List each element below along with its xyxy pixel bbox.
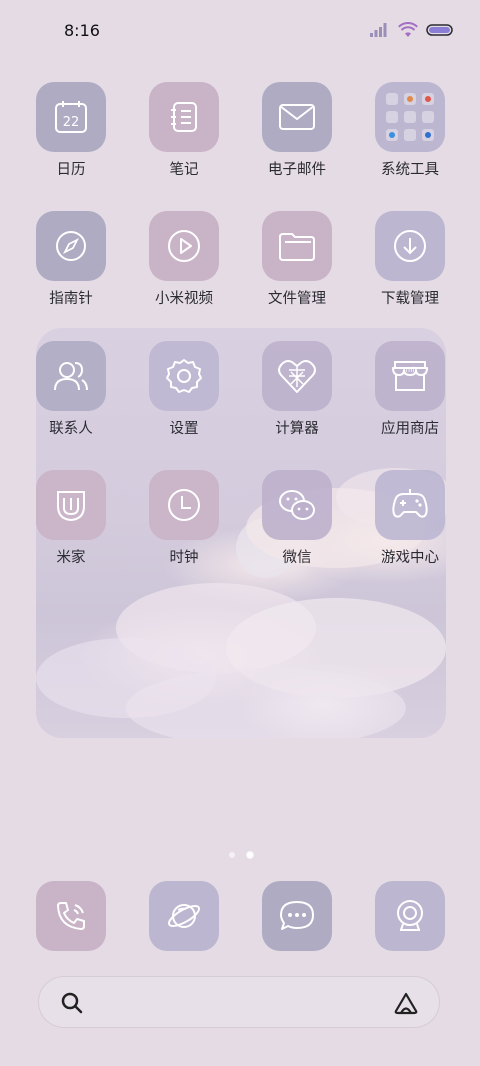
app-game-center[interactable]: 游戏中心: [355, 470, 465, 567]
app-label: 下载管理: [381, 291, 439, 307]
app-clock[interactable]: 时钟: [129, 470, 239, 567]
app-mi-home[interactable]: 米家: [16, 470, 126, 567]
app-file-manager[interactable]: 文件管理: [242, 211, 352, 308]
dock-messages[interactable]: [262, 881, 332, 951]
wifi-icon: [398, 22, 418, 37]
app-label: 文件管理: [268, 291, 326, 307]
folder-system-tools[interactable]: 系统工具: [355, 82, 465, 179]
camera-icon: [397, 900, 423, 931]
wechat-icon: [262, 470, 332, 540]
store-icon: mi: [375, 341, 445, 411]
app-calendar[interactable]: 22 日历: [16, 82, 126, 179]
dock-camera[interactable]: [375, 881, 445, 951]
app-label: 笔记: [169, 162, 199, 178]
search-bar[interactable]: [38, 976, 440, 1028]
mi-home-icon: [36, 470, 106, 540]
page-dot[interactable]: [229, 852, 235, 858]
store-logo-text: mi: [406, 366, 415, 374]
status-icons: [370, 22, 454, 38]
app-calculator[interactable]: 计算器: [242, 341, 352, 438]
app-label: 电子邮件: [268, 162, 326, 178]
notes-icon: [149, 82, 219, 152]
app-compass[interactable]: 指南针: [16, 211, 126, 308]
app-mi-video[interactable]: 小米视频: [129, 211, 239, 308]
planet-icon: [167, 904, 201, 928]
status-bar: 8:16: [0, 0, 480, 62]
calendar-day: 22: [63, 115, 80, 130]
app-label: 联系人: [49, 421, 93, 437]
app-download-manager[interactable]: 下载管理: [355, 211, 465, 308]
calendar-icon: 22: [36, 82, 106, 152]
dock-phone[interactable]: [36, 881, 106, 951]
dock-browser[interactable]: [149, 881, 219, 951]
app-label: 计算器: [275, 421, 319, 437]
app-contacts[interactable]: 联系人: [16, 341, 126, 438]
download-icon: [375, 211, 445, 281]
gear-icon: [149, 341, 219, 411]
play-icon: [149, 211, 219, 281]
app-label: 系统工具: [381, 162, 439, 178]
app-label: 应用商店: [381, 421, 439, 437]
page-indicator[interactable]: [229, 852, 253, 858]
app-store[interactable]: mi 应用商店: [355, 341, 465, 438]
app-label: 微信: [282, 550, 312, 566]
app-label: 小米视频: [155, 291, 213, 307]
app-wechat[interactable]: 微信: [242, 470, 352, 567]
file-folder-icon: [262, 211, 332, 281]
app-label: 指南针: [49, 291, 93, 307]
app-label: 米家: [56, 550, 86, 566]
app-label: 时钟: [169, 550, 199, 566]
app-notes[interactable]: 笔记: [129, 82, 239, 179]
status-time: 8:16: [64, 21, 100, 40]
calculator-icon: [262, 341, 332, 411]
app-label: 游戏中心: [381, 550, 439, 566]
contacts-icon: [36, 341, 106, 411]
app-label: 设置: [169, 421, 199, 437]
battery-icon: [426, 24, 453, 36]
app-email[interactable]: 电子邮件: [242, 82, 352, 179]
app-label: 日历: [56, 162, 86, 178]
gamepad-icon: [375, 470, 445, 540]
app-settings[interactable]: 设置: [129, 341, 239, 438]
search-icon[interactable]: [61, 992, 83, 1014]
clock-icon: [149, 470, 219, 540]
assistant-icon[interactable]: [393, 991, 419, 1015]
folder-icon: [375, 82, 445, 152]
mail-icon: [262, 82, 332, 152]
signal-icon: [370, 23, 387, 37]
page-dot-active[interactable]: [247, 852, 253, 858]
phone-icon: [57, 902, 85, 930]
compass-icon: [36, 211, 106, 281]
message-icon: [280, 901, 314, 930]
